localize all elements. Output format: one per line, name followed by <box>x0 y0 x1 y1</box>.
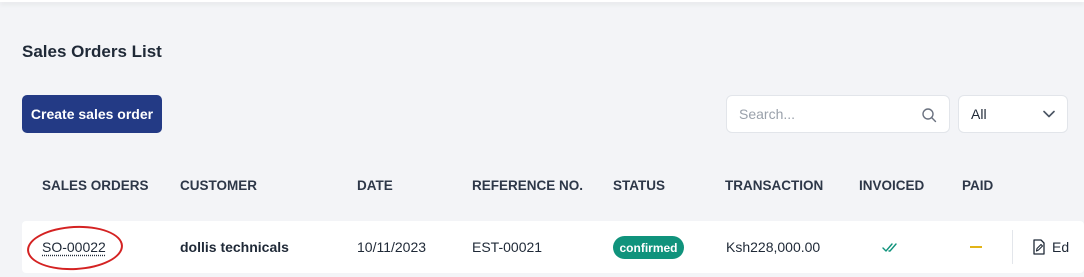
column-header-paid[interactable]: PAID <box>962 178 993 193</box>
double-check-icon <box>882 243 897 252</box>
edit-button-label: Ed <box>1052 239 1070 255</box>
column-header-status[interactable]: STATUS <box>613 178 665 193</box>
column-header-transaction[interactable]: TRANSACTION <box>725 178 823 193</box>
page-title: Sales Orders List <box>22 42 162 61</box>
chevron-down-icon <box>1043 110 1055 118</box>
edit-document-icon <box>1033 239 1045 255</box>
column-header-invoiced[interactable]: INVOICED <box>859 178 924 193</box>
edit-button[interactable]: Ed <box>1032 238 1069 256</box>
top-bar <box>0 0 1084 2</box>
column-header-sales-orders[interactable]: SALES ORDERS <box>42 178 149 193</box>
sales-order-link[interactable]: SO-00022 <box>42 239 106 255</box>
dash-icon <box>970 246 982 248</box>
column-header-reference[interactable]: REFERENCE NO. <box>472 178 583 193</box>
status-badge: confirmed <box>613 236 684 259</box>
customer-cell: dollis technicals <box>180 239 289 255</box>
status-filter-value: All <box>971 106 987 122</box>
search-icon[interactable] <box>921 107 937 123</box>
column-header-date[interactable]: DATE <box>357 178 393 193</box>
create-sales-order-button[interactable]: Create sales order <box>22 95 162 133</box>
date-cell: 10/11/2023 <box>357 239 427 255</box>
transaction-cell: Ksh228,000.00 <box>726 239 821 255</box>
sales-order-cell: SO-00022 <box>42 239 106 255</box>
column-header-customer[interactable]: CUSTOMER <box>180 178 257 193</box>
status-filter-select[interactable]: All <box>958 95 1068 133</box>
search-box <box>726 95 950 133</box>
actions-divider <box>1012 230 1013 264</box>
reference-cell: EST-00021 <box>472 239 543 255</box>
search-input[interactable] <box>727 96 917 132</box>
